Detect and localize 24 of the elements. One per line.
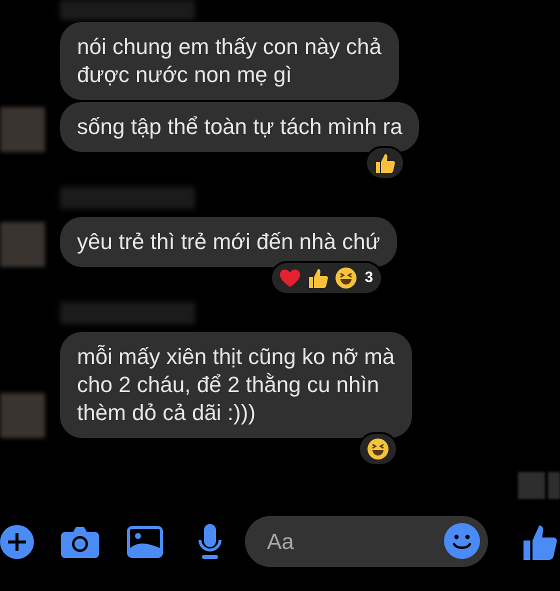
camera-button[interactable]	[61, 526, 99, 558]
microphone-button[interactable]	[197, 524, 223, 560]
gallery-button[interactable]	[127, 526, 163, 558]
message-field[interactable]: Aa	[245, 516, 488, 567]
laughing-face-icon	[334, 266, 358, 290]
blurred-avatar	[0, 393, 45, 438]
reactions-pill[interactable]: 3	[270, 261, 384, 295]
blurred-avatar	[0, 107, 45, 152]
message-bubble: nói chung em thấy con này chả được nước non mẹ gì	[60, 22, 399, 100]
smiley-icon[interactable]	[444, 523, 480, 559]
message-bubble: sống tập thể toàn tự tách mình ra	[60, 102, 420, 152]
message-bubble: yêu trẻ thì trẻ mới đến nhà chứ	[60, 217, 398, 267]
add-button[interactable]	[0, 524, 34, 558]
laughing-face-icon	[366, 437, 390, 461]
seen-avatar	[518, 472, 545, 499]
reaction-count: 3	[364, 268, 374, 288]
blurred-avatar	[0, 222, 45, 267]
plus-icon	[0, 524, 34, 558]
thumbs-up-icon	[373, 151, 398, 175]
message-bubble: mỗi mấy xiên thịt cũng ko nỡ mà cho 2 cháu, để 2 thằng cu nhìn thèm dỏ cả dãi :)))	[60, 332, 412, 438]
image-icon	[127, 526, 163, 558]
microphone-icon	[197, 524, 223, 560]
camera-icon	[61, 526, 99, 558]
seen-avatar	[548, 472, 560, 499]
